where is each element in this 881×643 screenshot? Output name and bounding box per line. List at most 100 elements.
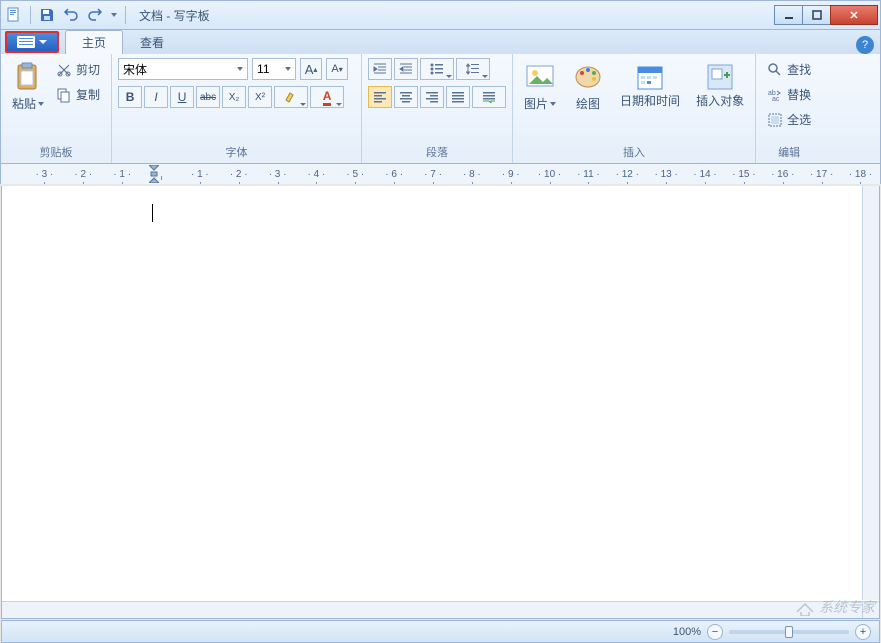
file-menu-button[interactable] [5,31,59,53]
shrink-font-button[interactable]: A▾ [326,58,348,80]
cut-button[interactable]: 剪切 [51,58,105,81]
paste-label: 粘贴 [12,95,36,112]
copy-button[interactable]: 复制 [51,83,105,106]
object-label: 插入对象 [696,95,744,108]
ruler-tick: · 2 · [64,169,103,180]
bullet-list-button[interactable] [420,58,454,80]
status-bar: 100% − + [1,620,880,643]
text-cursor [152,204,153,222]
paragraph-dialog-button[interactable] [472,86,506,108]
group-font-label: 字体 [118,141,355,163]
help-button[interactable]: ? [856,36,874,54]
ruler[interactable]: · 3 ·· 2 ·· 1 ·· 1 ·· 2 ·· 3 ·· 4 ·· 5 ·… [0,164,881,184]
undo-button[interactable] [60,4,82,26]
group-paragraph: 段落 [362,54,513,163]
document-page[interactable] [24,186,861,600]
tab-view[interactable]: 查看 [123,30,181,54]
strikethrough-button[interactable]: abc [196,86,220,108]
replace-label: 替换 [787,86,811,103]
picture-label: 图片 [524,95,548,112]
replace-icon: abac [767,87,783,103]
vertical-scrollbar[interactable] [862,186,879,600]
separator [125,6,126,24]
ruler-tick: · 13 · [647,169,686,180]
zoom-slider[interactable] [729,630,849,634]
superscript-button[interactable]: X² [248,86,272,108]
align-right-button[interactable] [420,86,444,108]
ruler-tick: · 16 · [763,169,802,180]
copy-icon [56,87,72,103]
paste-button[interactable]: 粘贴 [7,58,49,115]
tab-home[interactable]: 主页 [65,30,123,54]
document-area [1,186,880,619]
ribbon: 粘贴 剪切 复制 剪贴板 宋体 11 A▴ A▾ [0,54,881,164]
group-insert-label: 插入 [519,141,749,163]
selectall-label: 全选 [787,111,811,128]
align-left-button[interactable] [368,86,392,108]
group-font: 宋体 11 A▴ A▾ B I U abc X₂ X² A 字体 [112,54,362,163]
align-justify-button[interactable] [446,86,470,108]
datetime-label: 日期和时间 [620,95,680,108]
group-edit-label: 编辑 [762,141,816,163]
group-clipboard: 粘贴 剪切 复制 剪贴板 [1,54,112,163]
selectall-button[interactable]: 全选 [762,108,816,131]
selectall-icon [767,112,783,128]
redo-button[interactable] [84,4,106,26]
separator [30,6,31,24]
line-spacing-button[interactable] [456,58,490,80]
zoom-in-button[interactable]: + [855,624,871,640]
ruler-tick: · 15 · [724,169,763,180]
group-insert: 图片 绘图 日期和时间 插入对象 插入 [513,54,756,163]
qat-customize-button[interactable] [108,4,120,26]
ruler-tick: · 18 · [841,169,880,180]
ruler-tick: · 2 · [219,169,258,180]
minimize-button[interactable] [774,5,803,25]
app-icon[interactable] [3,4,25,26]
group-paragraph-label: 段落 [368,141,506,163]
insert-object-button[interactable]: 插入对象 [691,58,749,111]
group-clipboard-label: 剪贴板 [7,141,105,163]
ruler-tick: · 4 · [297,169,336,180]
insert-picture-button[interactable]: 图片 [519,58,561,115]
titlebar: 文档 - 写字板 [0,0,881,30]
find-button[interactable]: 查找 [762,58,816,81]
ruler-tick: · 11 · [569,169,608,180]
close-button[interactable] [830,5,878,25]
increase-indent-button[interactable] [394,58,418,80]
underline-button[interactable]: U [170,86,194,108]
ruler-tick: · 1 · [180,169,219,180]
ruler-tick: · 14 · [686,169,725,180]
font-color-button[interactable]: A [310,86,344,108]
ruler-tick: · 3 · [25,169,64,180]
highlight-button[interactable] [274,86,308,108]
font-size-combo[interactable]: 11 [252,58,296,80]
align-center-button[interactable] [394,86,418,108]
ruler-tick: · 5 · [336,169,375,180]
indent-marker-icon[interactable] [149,165,159,184]
save-button[interactable] [36,4,58,26]
group-edit: 查找 abac 替换 全选 编辑 [756,54,822,163]
ruler-tick: · 3 · [258,169,297,180]
ruler-tick: · 7 · [414,169,453,180]
font-name-combo[interactable]: 宋体 [118,58,248,80]
subscript-button[interactable]: X₂ [222,86,246,108]
replace-button[interactable]: abac 替换 [762,83,816,106]
zoom-out-button[interactable]: − [707,624,723,640]
ruler-tick: · 17 · [802,169,841,180]
find-label: 查找 [787,61,811,78]
ruler-tick: · 10 · [530,169,569,180]
horizontal-scrollbar[interactable] [2,601,862,618]
grow-font-button[interactable]: A▴ [300,58,322,80]
scroll-corner [862,601,879,618]
maximize-button[interactable] [802,5,831,25]
ruler-tick: · 6 · [375,169,414,180]
svg-text:ac: ac [772,96,780,103]
decrease-indent-button[interactable] [368,58,392,80]
italic-button[interactable]: I [144,86,168,108]
insert-datetime-button[interactable]: 日期和时间 [615,58,685,111]
insert-paint-button[interactable]: 绘图 [567,58,609,115]
paint-label: 绘图 [576,95,600,112]
cut-label: 剪切 [76,61,100,78]
bold-button[interactable]: B [118,86,142,108]
find-icon [767,62,783,78]
